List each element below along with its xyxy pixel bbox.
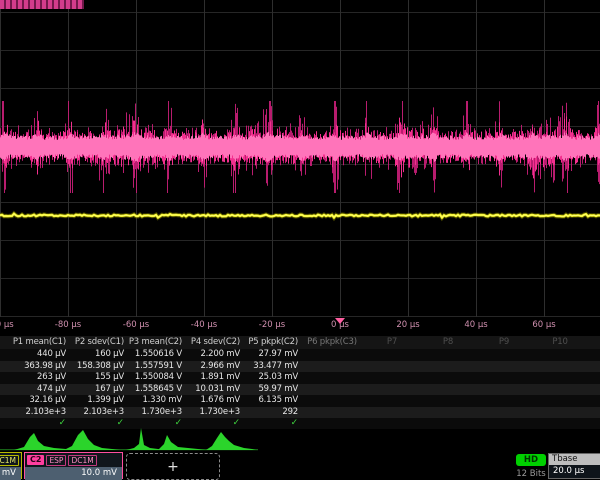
measure-cell: 440 µV (10, 349, 68, 361)
measurement-table: P1 mean(C1)P2 sdev(C1)P3 mean(C2)P4 sdev… (0, 336, 600, 429)
measure-column-header-inactive[interactable]: P10 (532, 336, 588, 349)
parameter-histicon (126, 428, 166, 450)
time-tick-label: 60 µs (532, 320, 555, 330)
time-tick-label: -80 µs (55, 320, 81, 330)
c2-esp-badge: ESP (46, 455, 66, 466)
time-tick-label: -20 µs (259, 320, 285, 330)
measure-cell: 1.330 mV (126, 395, 184, 407)
measure-cell: 1.557591 V (126, 361, 184, 373)
measure-cell: 25.03 mV (242, 372, 300, 384)
waveform-grid (0, 0, 600, 317)
measure-column-header[interactable]: P2 sdev(C1) (68, 336, 126, 349)
measure-cell: 6.135 mV (242, 395, 300, 407)
measure-cell: 160 µV (68, 349, 126, 361)
measure-column-header[interactable]: P4 sdev(C2) (184, 336, 242, 349)
measure-column-header-inactive[interactable]: P6 pkpk(C3) (300, 336, 364, 349)
measure-cell: 292 (242, 407, 300, 419)
measure-cell: 32.16 µV (10, 395, 68, 407)
c1-volts-per-div: 10.0 mV (0, 467, 21, 480)
oscilloscope-screen: 00 µs-80 µs-60 µs-40 µs-20 µs0 µs20 µs40… (0, 0, 600, 480)
measure-cell: 2.966 mV (184, 361, 242, 373)
time-tick-label: 40 µs (464, 320, 487, 330)
c2-volts-per-div: 10.0 mV (25, 467, 122, 480)
measure-column-header-inactive[interactable]: P7 (364, 336, 420, 349)
measure-cell: 1.550616 V (126, 349, 184, 361)
timebase-title: Tbase (549, 454, 600, 465)
measure-cell: 33.477 mV (242, 361, 300, 373)
measure-cell: 2.103e+3 (68, 407, 126, 419)
measure-cell: 474 µV (10, 384, 68, 396)
parameter-histicon (64, 430, 120, 450)
add-trace-button[interactable]: + (126, 453, 220, 480)
channel-c2-descriptor[interactable]: C2 ESP DC1M 10.0 mV (24, 452, 123, 479)
measure-cell: 155 µV (68, 372, 126, 384)
measure-column-header-inactive[interactable]: P9 (476, 336, 532, 349)
measure-cell: 2.103e+3 (10, 407, 68, 419)
measure-cell: 1.730e+3 (126, 407, 184, 419)
measure-column-header-inactive[interactable]: P8 (420, 336, 476, 349)
measure-cell: 167 µV (68, 384, 126, 396)
c2-label: C2 (27, 455, 44, 465)
c1-coupling-badge: DC1M (0, 455, 19, 466)
parameter-histicon (14, 433, 72, 450)
time-tick-label: -40 µs (191, 320, 217, 330)
measure-cell: 27.97 mV (242, 349, 300, 361)
measure-cell: 1.550084 V (126, 372, 184, 384)
measure-cell: 10.031 mV (184, 384, 242, 396)
timebase-descriptor[interactable]: Tbase 20.0 µs (548, 453, 600, 479)
measure-cell: 1.676 mV (184, 395, 242, 407)
measure-cell: 1.891 mV (184, 372, 242, 384)
timebase-axis: 00 µs-80 µs-60 µs-40 µs-20 µs0 µs20 µs40… (0, 317, 600, 333)
measure-cell: 1.558645 V (126, 384, 184, 396)
channel-c1-descriptor[interactable]: DC1M 10.0 mV (0, 452, 22, 479)
descriptor-strip: DC1M 10.0 mV C2 ESP DC1M 10.0 mV + HD 12… (0, 452, 600, 480)
measure-cell: 1.730e+3 (184, 407, 242, 419)
waveform-traces (0, 0, 600, 317)
measure-cell: 59.97 mV (242, 384, 300, 396)
trigger-position-marker-icon[interactable] (335, 318, 345, 324)
time-tick-label: 00 µs (0, 320, 14, 330)
measure-cell: 363.98 µV (10, 361, 68, 373)
parameter-histicon (158, 435, 206, 450)
measurement-histicons (0, 425, 600, 453)
timebase-value: 20.0 µs (549, 465, 600, 478)
hd-mode-button[interactable]: HD (516, 454, 546, 466)
measure-column-header[interactable]: P3 mean(C2) (126, 336, 184, 349)
measure-cell: 263 µV (10, 372, 68, 384)
c2-coupling-badge: DC1M (68, 455, 96, 466)
parameter-histicon (206, 432, 256, 450)
measure-cell: 1.399 µV (68, 395, 126, 407)
time-tick-label: -60 µs (123, 320, 149, 330)
plus-icon: + (167, 459, 179, 475)
cropped-top-left-label (0, 0, 84, 9)
measure-column-header[interactable]: P1 mean(C1) (10, 336, 68, 349)
hd-bits-label: 12 Bits (510, 469, 552, 479)
time-tick-label: 20 µs (396, 320, 419, 330)
measure-cell: 2.200 mV (184, 349, 242, 361)
measure-column-header[interactable]: P5 pkpk(C2) (242, 336, 300, 349)
measure-cell: 158.308 µV (68, 361, 126, 373)
